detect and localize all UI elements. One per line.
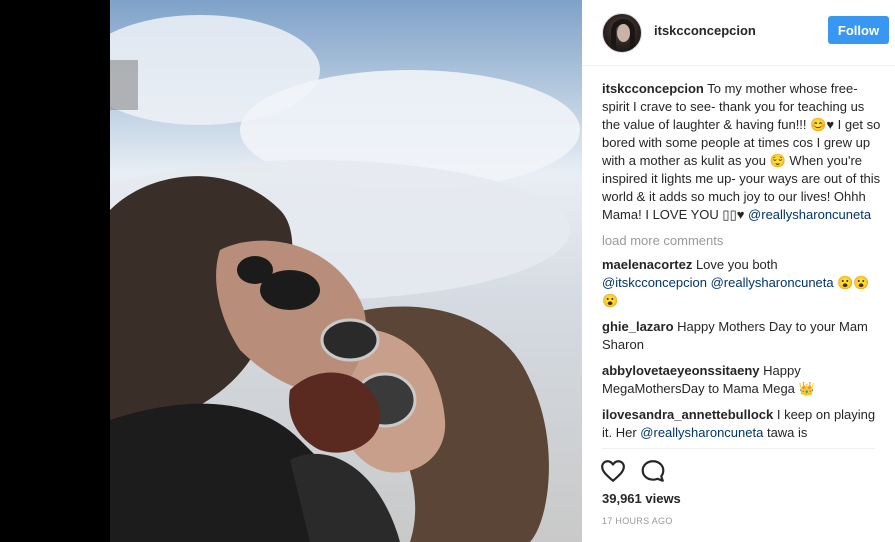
comment-item: ghie_lazaro Happy Mothers Day to your Ma… (602, 318, 882, 354)
post-header: itskcconcepcion Follow (582, 0, 895, 66)
divider (602, 448, 875, 449)
comment-username[interactable]: ghie_lazaro (602, 319, 674, 334)
comment-item: ilovesandra_annettebullock I keep on pla… (602, 406, 882, 442)
avatar-face (617, 24, 630, 42)
view-count: 39,961 views (602, 491, 681, 506)
comment-mention[interactable]: @reallysharoncuneta (640, 425, 763, 440)
comment-mention[interactable]: @itskcconcepcion (602, 275, 707, 290)
caption-text: To my mother whose free-spirit I crave t… (602, 81, 881, 222)
comments-list[interactable]: itskcconcepcion To my mother whose free-… (602, 80, 882, 448)
post-sidebar: itskcconcepcion Follow itskcconcepcion T… (582, 0, 895, 542)
avatar[interactable] (602, 13, 642, 53)
comment-username[interactable]: ilovesandra_annettebullock (602, 407, 773, 422)
caption: itskcconcepcion To my mother whose free-… (602, 80, 882, 224)
media-pane (0, 0, 582, 542)
post-timestamp[interactable]: 17 HOURS AGO (602, 516, 673, 526)
caption-username[interactable]: itskcconcepcion (602, 81, 704, 96)
follow-button[interactable]: Follow (828, 16, 889, 44)
load-more-comments-link[interactable]: load more comments (602, 232, 882, 250)
comment-text: Love you both (692, 257, 778, 272)
header-username[interactable]: itskcconcepcion (654, 23, 756, 38)
post-photo[interactable] (110, 0, 582, 542)
comment-text-tail: tawa is (763, 425, 808, 440)
comment-username[interactable]: abbylovetaeyeonssitaeny (602, 363, 760, 378)
like-button[interactable] (600, 458, 626, 484)
comment-item: maelenacortez Love you both @itskcconcep… (602, 256, 882, 310)
comment-button[interactable] (640, 458, 666, 484)
comment-item: abbylovetaeyeonssitaeny Happy MegaMother… (602, 362, 882, 398)
heart-icon (601, 460, 625, 482)
caption-mention[interactable]: @reallysharoncuneta (748, 207, 871, 222)
photo-illustration (110, 15, 580, 542)
comment-username[interactable]: maelenacortez (602, 257, 692, 272)
comment-mention[interactable]: @reallysharoncuneta (707, 275, 834, 290)
speech-bubble-icon (641, 460, 665, 482)
